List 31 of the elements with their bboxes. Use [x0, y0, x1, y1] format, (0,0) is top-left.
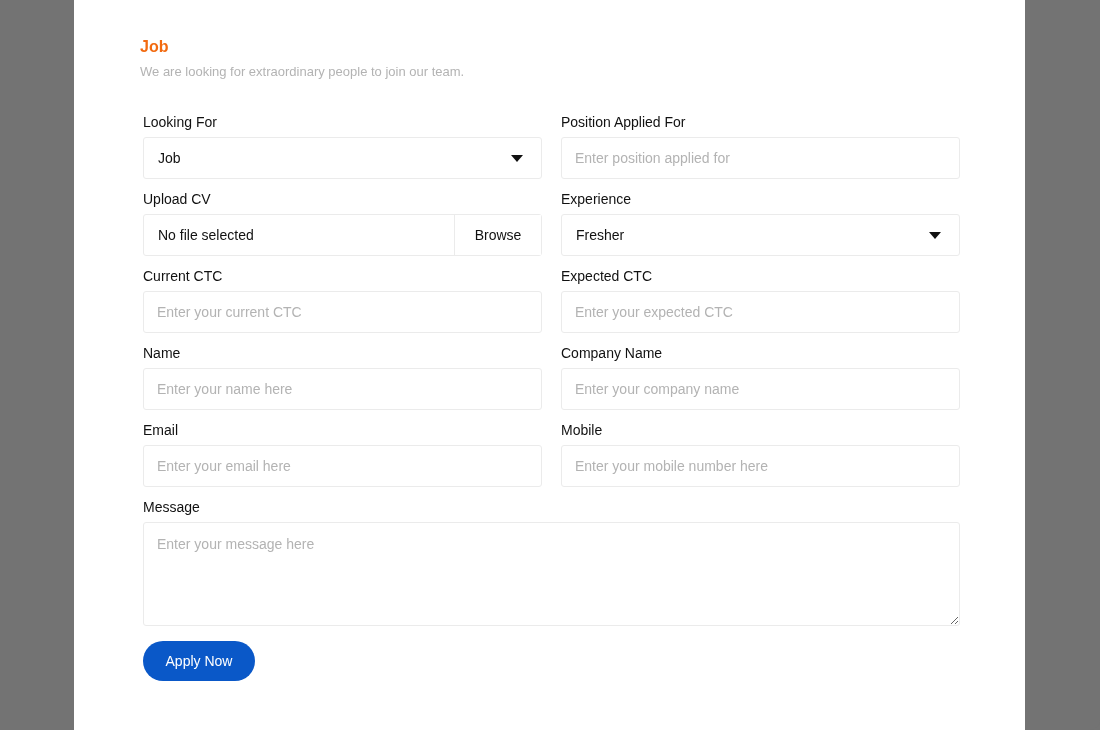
select-field[interactable]: Job — [143, 137, 542, 179]
field-label: Name — [143, 344, 181, 362]
field-label: Current CTC — [143, 267, 223, 285]
message-field[interactable]: Enter your message here — [143, 522, 960, 626]
apply-button[interactable]: Apply Now — [143, 641, 255, 681]
text-field[interactable]: Enter your mobile number here — [561, 445, 960, 487]
text-field[interactable]: Enter your email here — [143, 445, 542, 487]
field-label: Expected CTC — [561, 267, 653, 285]
select-value: Fresher — [576, 227, 625, 243]
text-field[interactable]: Enter your company name — [561, 368, 960, 410]
text-field[interactable]: Enter your expected CTC — [561, 291, 960, 333]
field-label: Email — [143, 421, 178, 439]
file-field[interactable]: No file selected Browse — [143, 214, 542, 256]
browse-button[interactable]: Browse — [454, 215, 541, 255]
file-status: No file selected — [157, 226, 255, 245]
field-label: Looking For — [143, 113, 217, 131]
field-label: Mobile — [561, 421, 603, 439]
field-label: Upload CV — [143, 190, 211, 208]
caret-icon — [929, 231, 941, 239]
form-subtitle: We are looking for extraordinary people to join our team. — [140, 64, 466, 80]
select-value: Job — [158, 150, 181, 166]
select-field[interactable]: Fresher — [561, 214, 960, 256]
field-label: Position Applied For — [561, 113, 686, 131]
form-title: Job — [140, 37, 170, 57]
field-label: Company Name — [561, 344, 663, 362]
field-label: Message — [143, 498, 200, 516]
field-label: Experience — [561, 190, 632, 208]
text-field[interactable]: Enter position applied for — [561, 137, 960, 179]
text-field[interactable]: Enter your current CTC — [143, 291, 542, 333]
text-field[interactable]: Enter your name here — [143, 368, 542, 410]
caret-icon — [511, 154, 523, 162]
